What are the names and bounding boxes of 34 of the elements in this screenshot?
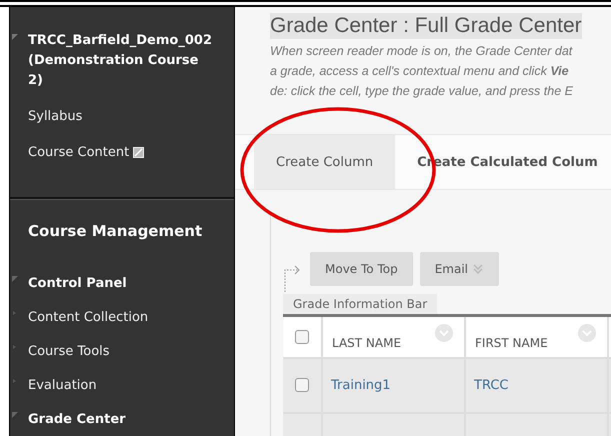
dropdown-chevron-icon[interactable] [472, 263, 484, 275]
sidebar-link[interactable]: Course Content [28, 144, 130, 160]
column-header[interactable]: FIRST NAME [475, 336, 548, 350]
action-button[interactable]: Create Column [254, 135, 396, 189]
section-heading: Course Management [27, 222, 204, 242]
sidebar-item[interactable]: Course Tools [28, 344, 110, 358]
page-title: Grade Center : Full Grade Center [270, 13, 582, 39]
table-cell[interactable]: TRCC [474, 378, 508, 393]
sidebar-item[interactable]: Evaluation [28, 378, 97, 392]
hidden-toggle-icon[interactable] [133, 146, 144, 158]
collapsed-arrow-icon[interactable] [12, 310, 18, 316]
collapsed-arrow-icon[interactable] [12, 378, 18, 384]
select-all-checkbox[interactable] [295, 330, 309, 344]
expanded-arrow-icon[interactable] [12, 412, 18, 418]
expanded-arrow-icon[interactable] [12, 276, 18, 282]
selection-arrow-icon [283, 264, 301, 292]
sidebar-link[interactable]: Syllabus [28, 108, 82, 124]
instruction-text: de: click the cell, type the grade value, and press the E [270, 83, 574, 100]
column-header[interactable]: LAST NAME [332, 336, 402, 350]
expand-arrow-icon[interactable] [12, 34, 18, 40]
row-checkbox[interactable] [295, 378, 309, 392]
instruction-text: a grade, access a cell's contextual menu and click Vie [270, 63, 570, 80]
collapsed-arrow-icon[interactable] [12, 344, 18, 350]
sidebar-item[interactable]: Control Panel [28, 276, 127, 290]
column-menu-icon[interactable] [435, 324, 453, 342]
toolbar-button[interactable]: Email [420, 252, 499, 286]
sidebar-item[interactable]: Content Collection [28, 310, 148, 324]
column-menu-icon[interactable] [578, 324, 596, 342]
table-cell[interactable]: Training1 [331, 378, 391, 393]
instruction-text: When screen reader mode is on, the Grade Center dat [270, 43, 574, 60]
sidebar-item[interactable]: Grade Center [28, 412, 126, 426]
toolbar-button[interactable]: Move To Top [310, 252, 413, 286]
info-bar-tab[interactable]: Grade Information Bar [283, 294, 438, 314]
course-title[interactable]: TRCC_Barfield_Demo_002 (Demonstration Course 2) [28, 31, 214, 91]
